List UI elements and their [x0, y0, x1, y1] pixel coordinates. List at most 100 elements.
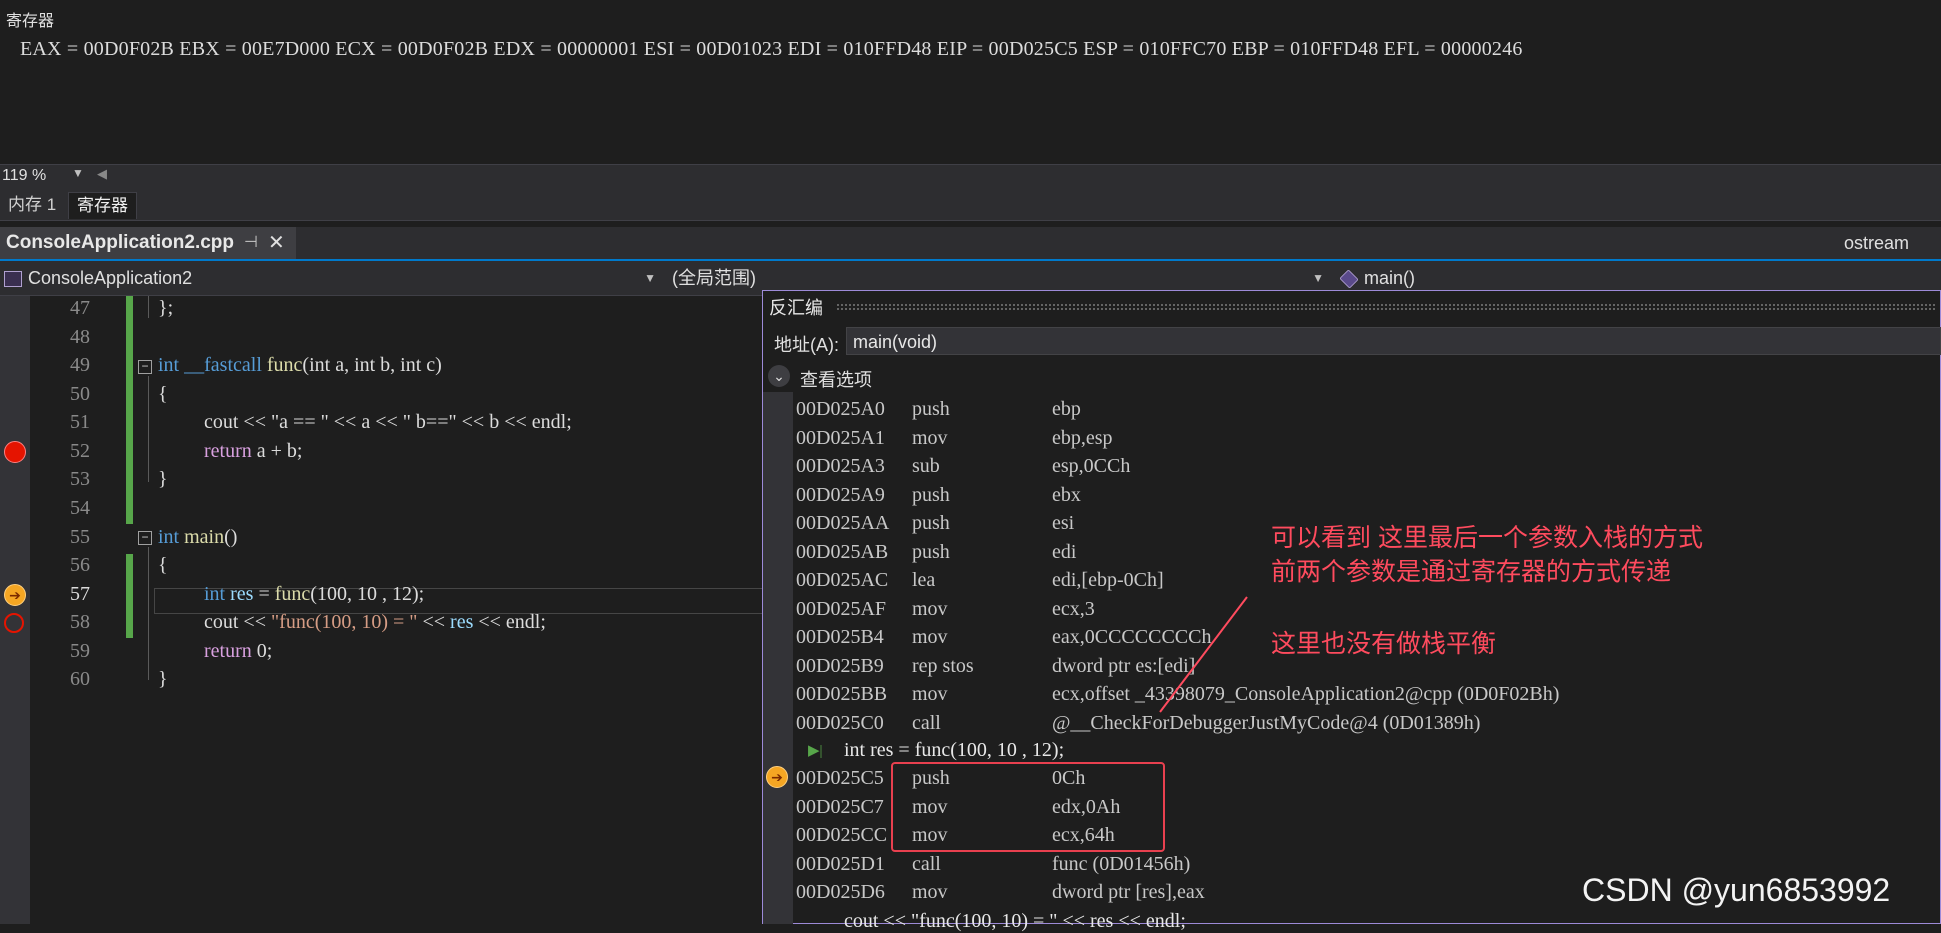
instruction-operands: dword ptr es:[edi]	[1052, 654, 1196, 677]
instruction-mnemonic: mov	[912, 626, 948, 648]
annotation-text: 这里也没有做栈平衡	[1271, 630, 1497, 658]
tab-registers[interactable]: 寄存器	[68, 192, 137, 219]
keyword: __fastcall	[184, 354, 262, 376]
tool-window-tabs	[0, 190, 1941, 221]
project-icon	[4, 271, 22, 288]
code-text: 0;	[251, 640, 273, 662]
disassembly-row[interactable]: 00D025C0 call @__CheckForDebuggerJustMyCod…	[796, 712, 1480, 735]
current-statement-arrow-icon[interactable]: ➔	[4, 584, 26, 606]
function-name: func	[274, 583, 311, 605]
line-number: 58	[70, 611, 90, 633]
instruction-address: 00D025A0	[796, 398, 885, 420]
current-instruction-arrow-icon[interactable]: ➔	[766, 766, 788, 788]
instruction-operands: edi,[ebp-0Ch]	[1052, 569, 1164, 591]
disassembly-gutter[interactable]	[763, 392, 793, 924]
disassembly-row[interactable]: 00D025D6 mov dword ptr [res],eax	[796, 881, 1205, 904]
disassembly-row[interactable]: 00D025A0 push ebp	[796, 398, 1081, 421]
instruction-operands: @__CheckForDebuggerJustMyCode@4 (0D01389…	[1052, 711, 1481, 734]
disabled-breakpoint-icon[interactable]	[4, 613, 24, 633]
tab-ostream[interactable]: ostream	[1836, 229, 1918, 257]
instruction-mnemonic: call	[912, 711, 941, 734]
code-line-50: {	[158, 383, 168, 405]
zoom-level[interactable]: 119 %	[2, 167, 46, 185]
instruction-mnemonic: push	[912, 483, 950, 506]
registers-title: 寄存器	[6, 13, 55, 30]
code-line-49: int __fastcall func(int a, int b, int c)	[158, 354, 442, 377]
instruction-mnemonic: mov	[912, 683, 948, 705]
instruction-operands: func (0D01456h)	[1052, 852, 1191, 875]
code-text: (100, 10 , 12);	[310, 583, 425, 605]
disassembly-row[interactable]: 00D025AB push edi	[796, 541, 1076, 564]
pin-icon[interactable]: ⊣	[244, 232, 258, 252]
address-input[interactable]: main(void)	[846, 327, 1941, 355]
tab-memory-1[interactable]: 内存 1	[0, 192, 64, 218]
disassembly-row[interactable]: 00D025BB mov ecx,offset _43398079_ConsoleA…	[796, 683, 1559, 706]
breakpoint-gutter[interactable]	[0, 296, 30, 924]
disassembly-row[interactable]: 00D025AA push esi	[796, 512, 1074, 535]
code-line-58: cout << "func(100, 10) = " << res << end…	[204, 611, 546, 634]
annotation-text: 可以看到 这里最后一个参数入栈的方式	[1271, 524, 1703, 552]
instruction-mnemonic: mov	[912, 881, 948, 903]
disassembly-row[interactable]: 00D025AF mov ecx,3	[796, 598, 1095, 621]
window-drag-grip[interactable]	[836, 303, 1936, 311]
disassembly-row[interactable]: 00D025B4 mov eax,0CCCCCCCCh	[796, 626, 1211, 649]
keyword: return	[204, 640, 252, 662]
instruction-mnemonic: push	[912, 398, 950, 420]
disassembly-title: 反汇编	[769, 298, 823, 318]
instruction-operands: ecx,3	[1052, 597, 1095, 620]
line-number: 53	[70, 468, 90, 490]
disassembly-row[interactable]: 00D025AC lea edi,[ebp-0Ch]	[796, 569, 1164, 592]
disassembly-source-line: int res = func(100, 10 , 12);	[844, 739, 1065, 761]
scroll-left-icon[interactable]: ◀	[97, 166, 107, 182]
instruction-mnemonic: lea	[912, 569, 936, 591]
close-icon[interactable]: ✕	[268, 230, 285, 255]
chevron-down-icon[interactable]: ⌄	[768, 365, 790, 387]
chevron-down-icon[interactable]: ▼	[72, 166, 84, 180]
code-text: << endl;	[473, 611, 546, 633]
instruction-mnemonic: push	[912, 540, 950, 563]
instruction-operands: ecx,offset _43398079_ConsoleApplication2…	[1052, 683, 1560, 705]
instruction-address: 00D025D1	[796, 852, 885, 875]
code-line-53: }	[158, 468, 168, 490]
instruction-address: 00D025AF	[796, 597, 887, 620]
instruction-operands: ebp,esp	[1052, 426, 1113, 449]
code-text: (int a, int b, int c)	[302, 354, 442, 376]
string-literal: "func(100, 10) = "	[271, 611, 418, 633]
instruction-address: 00D025BB	[796, 683, 888, 705]
registers-values: EAX = 00D0F02B EBX = 00E7D000 ECX = 00D0…	[20, 38, 1523, 60]
instruction-operands: esi	[1052, 512, 1075, 534]
disassembly-source-line: cout << "func(100, 10) = " << res << end…	[844, 910, 1186, 932]
breakpoint-icon[interactable]	[4, 441, 26, 463]
change-marker	[126, 296, 133, 524]
disassembly-row[interactable]: 00D025B9 rep stos dword ptr es:[edi]	[796, 655, 1195, 678]
line-number: 60	[70, 668, 90, 690]
collapse-icon[interactable]: −	[138, 531, 152, 545]
member-dropdown[interactable]: main()	[1339, 264, 1941, 292]
source-line-marker-icon: ▶|	[808, 743, 823, 759]
keyword: int	[158, 526, 180, 548]
instruction-address: 00D025AC	[796, 569, 889, 591]
view-options-toggle[interactable]: 查看选项	[800, 366, 872, 392]
code-text: ()	[224, 526, 238, 548]
project-dropdown[interactable]: ConsoleApplication2 ▼	[4, 264, 664, 292]
line-number: 48	[70, 326, 90, 348]
line-number: 54	[70, 497, 90, 519]
instruction-mnemonic: sub	[912, 455, 940, 477]
disassembly-row[interactable]: 00D025D1 call func (0D01456h)	[796, 853, 1190, 876]
keyword: int	[204, 583, 226, 605]
disassembly-row[interactable]: 00D025A9 push ebx	[796, 484, 1081, 507]
code-text: a + b;	[251, 440, 303, 462]
instruction-mnemonic: mov	[912, 597, 948, 620]
collapse-icon[interactable]: −	[138, 360, 152, 374]
disassembly-row[interactable]: 00D025A1 mov ebp,esp	[796, 427, 1113, 450]
instruction-address: 00D025AB	[796, 540, 889, 563]
disassembly-row[interactable]: 00D025A3 sub esp,0CCh	[796, 455, 1130, 478]
instruction-address: 00D025B4	[796, 626, 884, 648]
scope-dropdown[interactable]: (全局范围) ▼	[672, 264, 1332, 292]
indent-guide	[148, 376, 149, 482]
instruction-address: 00D025A9	[796, 483, 885, 506]
code-line-51: cout << "a == " << a << " b==" << b << e…	[204, 411, 572, 433]
instruction-mnemonic: push	[912, 512, 950, 534]
registers-pane	[0, 0, 1941, 164]
line-number: 49	[70, 354, 90, 376]
